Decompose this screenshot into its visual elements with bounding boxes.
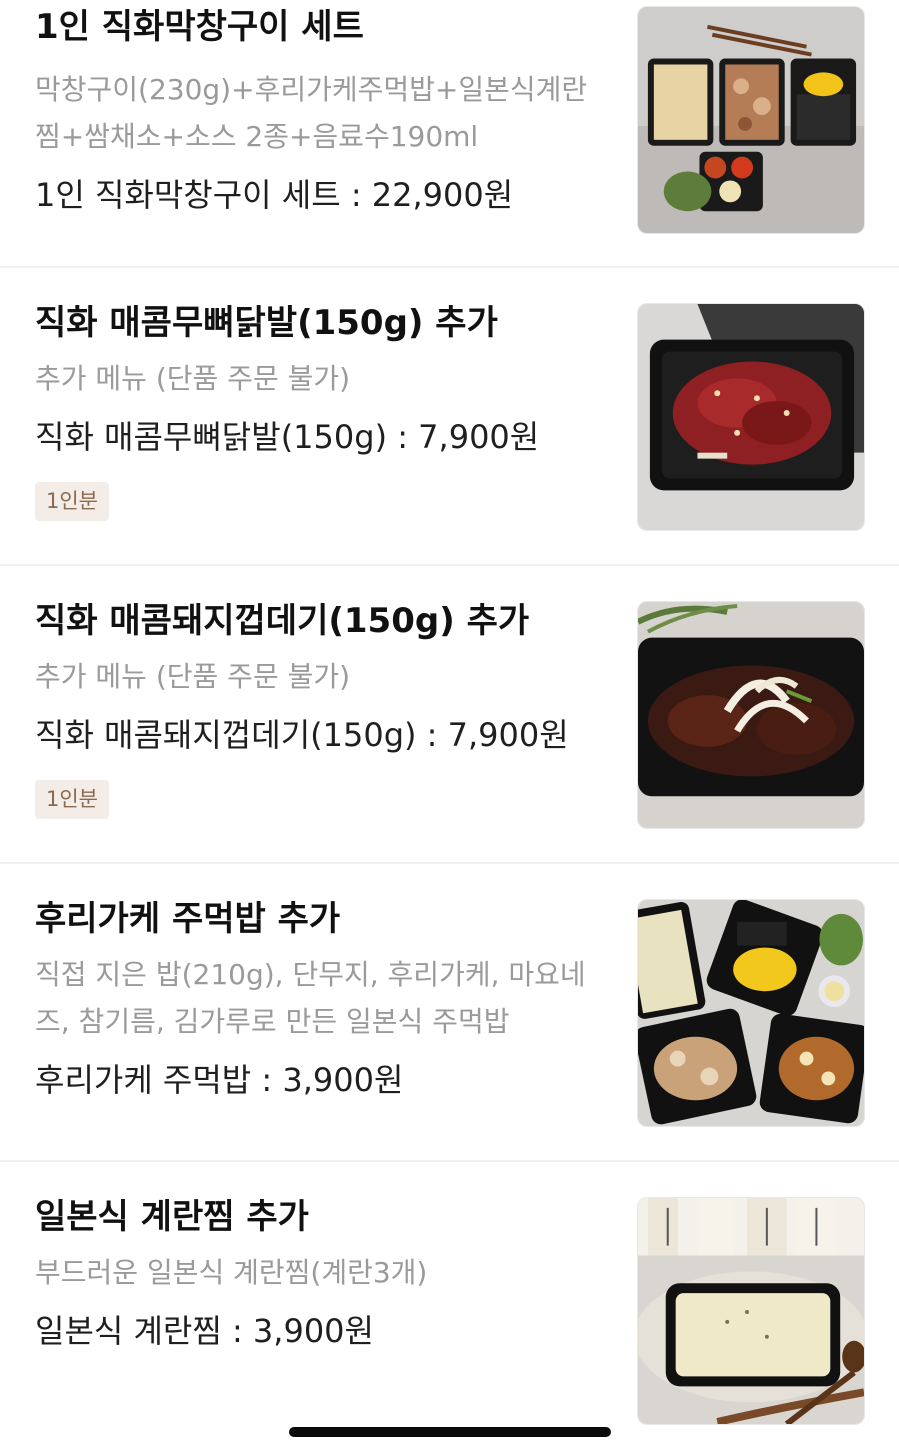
menu-item-chicken-feet[interactable]: 직화 매콤무뼈닭발(150g) 추가 추가 메뉴 (단품 주문 불가) 직화 매… <box>0 268 899 566</box>
item-text: 직화 매콤무뼈닭발(150g) 추가 추가 메뉴 (단품 주문 불가) 직화 매… <box>35 300 605 521</box>
item-name: 직화 매콤무뼈닭발(150g) 추가 <box>35 303 498 343</box>
item-price: 일본식 계란찜 : 3,900원 <box>35 1312 374 1350</box>
item-text: 1인 직화막창구이 세트 막창구이(230g)+후리가케주먹밥+일본식계란찜+쌈… <box>35 4 605 218</box>
menu-item-steamed-egg[interactable]: 일본식 계란찜 추가 부드러운 일본식 계란찜(계란3개) 일본식 계란찜 : … <box>0 1162 899 1450</box>
item-text: 일본식 계란찜 추가 부드러운 일본식 계란찜(계란3개) 일본식 계란찜 : … <box>35 1194 605 1354</box>
steamed-egg-photo <box>637 1197 865 1425</box>
item-name: 후리가케 주먹밥 추가 <box>35 899 341 939</box>
spicy-chicken-feet-photo <box>637 303 865 531</box>
item-name: 1인 직화막창구이 세트 <box>35 7 364 47</box>
menu-item-pork-skin[interactable]: 직화 매콤돼지껍데기(150g) 추가 추가 메뉴 (단품 주문 불가) 직화 … <box>0 566 899 864</box>
item-description: 추가 메뉴 (단품 주문 불가) <box>35 660 351 693</box>
item-description: 막창구이(230g)+후리가케주먹밥+일본식계란찜+쌈채소+소스 2종+음료수1… <box>35 73 588 153</box>
item-description: 부드러운 일본식 계란찜(계란3개) <box>35 1256 428 1289</box>
item-name: 직화 매콤돼지껍데기(150g) 추가 <box>35 601 530 641</box>
item-name: 일본식 계란찜 추가 <box>35 1197 309 1237</box>
furikake-rice-ball-photo <box>637 899 865 1127</box>
home-indicator[interactable] <box>289 1427 611 1437</box>
menu-item-makchang-set[interactable]: 1인 직화막창구이 세트 막창구이(230g)+후리가케주먹밥+일본식계란찜+쌈… <box>0 0 899 268</box>
makchang-set-photo <box>637 6 865 234</box>
menu-item-rice-ball[interactable]: 후리가케 주먹밥 추가 직접 지은 밥(210g), 단무지, 후리가케, 마요… <box>0 864 899 1162</box>
item-description: 추가 메뉴 (단품 주문 불가) <box>35 362 351 395</box>
serving-badge: 1인분 <box>35 780 110 819</box>
item-text: 후리가케 주먹밥 추가 직접 지은 밥(210g), 단무지, 후리가케, 마요… <box>35 896 605 1103</box>
item-price: 1인 직화막창구이 세트 : 22,900원 <box>35 176 514 214</box>
item-price: 후리가케 주먹밥 : 3,900원 <box>35 1061 404 1099</box>
menu-list: 1인 직화막창구이 세트 막창구이(230g)+후리가케주먹밥+일본식계란찜+쌈… <box>0 0 899 1450</box>
item-description: 직접 지은 밥(210g), 단무지, 후리가케, 마요네즈, 참기름, 김가루… <box>35 958 586 1038</box>
serving-badge: 1인분 <box>35 482 110 521</box>
item-price: 직화 매콤무뼈닭발(150g) : 7,900원 <box>35 418 540 456</box>
item-price: 직화 매콤돼지껍데기(150g) : 7,900원 <box>35 716 569 754</box>
spicy-pork-skin-photo <box>637 601 865 829</box>
item-text: 직화 매콤돼지껍데기(150g) 추가 추가 메뉴 (단품 주문 불가) 직화 … <box>35 598 605 819</box>
